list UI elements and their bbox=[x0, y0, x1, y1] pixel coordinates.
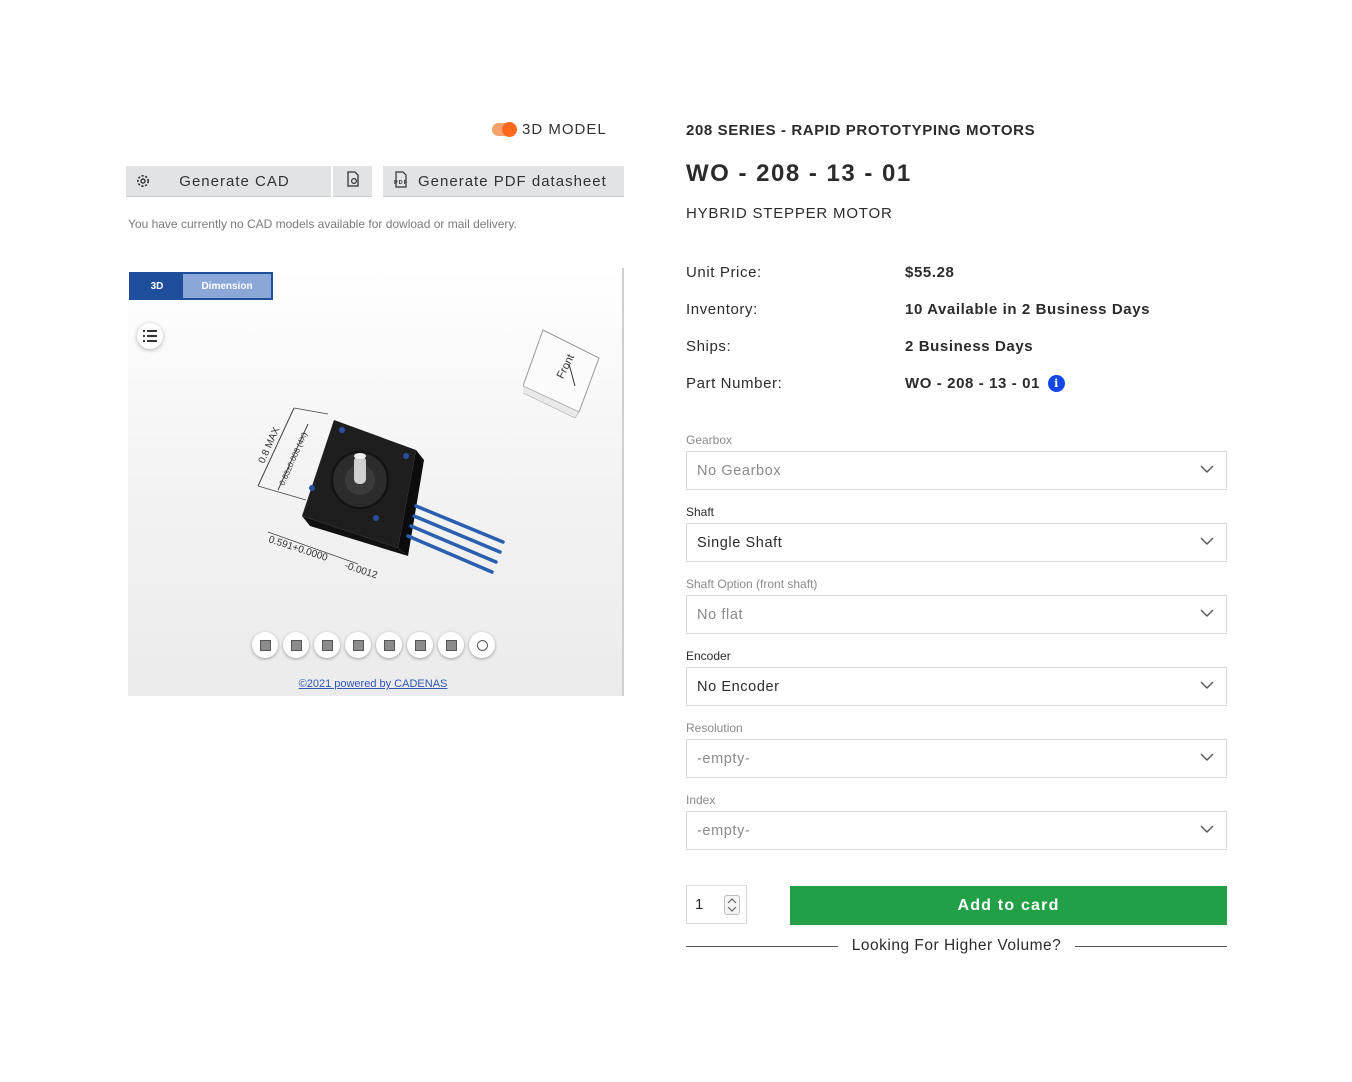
document-settings-icon bbox=[346, 171, 360, 191]
view-right-button[interactable] bbox=[345, 632, 371, 658]
resolution-value: -empty- bbox=[697, 750, 751, 767]
chevron-down-icon bbox=[1200, 753, 1214, 761]
index-select[interactable]: -empty- bbox=[686, 811, 1227, 850]
product-title: WO - 208 - 13 - 01 bbox=[686, 160, 912, 187]
toggle-switch[interactable] bbox=[492, 122, 517, 137]
dim-width: 0.63±0.008 (4X) bbox=[278, 430, 310, 486]
stepper-arrows-icon[interactable] bbox=[724, 895, 740, 915]
spec-label: Unit Price: bbox=[686, 264, 762, 281]
divider-line bbox=[686, 945, 838, 947]
encoder-select[interactable]: No Encoder bbox=[686, 667, 1227, 706]
shaft-value: Single Shaft bbox=[697, 534, 783, 551]
cube-icon bbox=[290, 639, 302, 651]
spec-value: 10 Available in 2 Business Days bbox=[905, 301, 1151, 318]
higher-volume-divider: Looking For Higher Volume? bbox=[686, 937, 1228, 955]
spec-value-wrap: WO - 208 - 13 - 01 i bbox=[905, 375, 1066, 392]
view-buttons bbox=[252, 632, 495, 658]
spec-value: WO - 208 - 13 - 01 bbox=[905, 375, 1041, 392]
divider-line bbox=[1075, 945, 1228, 947]
chevron-down-icon bbox=[1200, 609, 1214, 617]
tab-dimension[interactable]: Dimension bbox=[183, 274, 271, 298]
view-iso-button[interactable] bbox=[438, 632, 464, 658]
cube-icon bbox=[259, 639, 271, 651]
spec-ships: Ships: 2 Business Days bbox=[686, 338, 1246, 355]
spec-unit-price: Unit Price: $55.28 bbox=[686, 264, 1246, 281]
chevron-down-icon bbox=[1200, 465, 1214, 473]
svg-text:PDF: PDF bbox=[394, 180, 408, 186]
spec-value: 2 Business Days bbox=[905, 338, 1034, 355]
view-left-button[interactable] bbox=[314, 632, 340, 658]
chevron-down-icon bbox=[1200, 681, 1214, 689]
shaft-option-select[interactable]: No flat bbox=[686, 595, 1227, 634]
gear-icon bbox=[126, 173, 160, 189]
reset-icon bbox=[476, 639, 488, 651]
spec-label: Part Number: bbox=[686, 375, 783, 392]
dim-height: 0.8 MAX bbox=[257, 425, 283, 465]
viewer-menu-button[interactable] bbox=[137, 323, 163, 349]
shaft-option-label: Shaft Option (front shaft) bbox=[686, 577, 818, 591]
cube-icon bbox=[383, 639, 395, 651]
encoder-label: Encoder bbox=[686, 649, 731, 663]
view-reset-button[interactable] bbox=[469, 632, 495, 658]
cube-icon bbox=[445, 639, 457, 651]
product-subtitle: HYBRID STEPPER MOTOR bbox=[686, 205, 893, 222]
cube-icon bbox=[414, 639, 426, 651]
shaft-option-value: No flat bbox=[697, 606, 744, 623]
spec-value: $55.28 bbox=[905, 264, 955, 281]
view-cube[interactable]: Front bbox=[523, 328, 603, 418]
cad-settings-button[interactable] bbox=[333, 166, 372, 197]
higher-volume-link[interactable]: Looking For Higher Volume? bbox=[838, 937, 1075, 955]
gearbox-value: No Gearbox bbox=[697, 462, 782, 479]
spec-label: Inventory: bbox=[686, 301, 758, 318]
spec-inventory: Inventory: 10 Available in 2 Business Da… bbox=[686, 301, 1246, 318]
3d-model-label: 3D MODEL bbox=[522, 121, 607, 138]
spec-part-number: Part Number: WO - 208 - 13 - 01 i bbox=[686, 375, 1246, 392]
view-front-button[interactable] bbox=[252, 632, 278, 658]
chevron-down-icon bbox=[1200, 537, 1214, 545]
shaft-label: Shaft bbox=[686, 505, 715, 519]
3d-model-toggle[interactable]: 3D MODEL bbox=[492, 121, 607, 138]
info-icon[interactable]: i bbox=[1048, 375, 1066, 392]
viewer-tabs: 3D Dimension bbox=[129, 272, 273, 300]
generate-pdf-button[interactable]: PDF Generate PDF datasheet bbox=[383, 166, 624, 197]
generate-cad-label: Generate CAD bbox=[179, 172, 290, 190]
chevron-down-icon bbox=[1200, 825, 1214, 833]
cadenas-link[interactable]: ©2021 powered by CADENAS bbox=[128, 678, 618, 690]
shaft-select[interactable]: Single Shaft bbox=[686, 523, 1227, 562]
add-to-cart-button[interactable]: Add to card bbox=[790, 886, 1227, 925]
cube-icon bbox=[352, 639, 364, 651]
pdf-icon: PDF bbox=[393, 170, 409, 192]
product-series: 208 SERIES - RAPID PROTOTYPING MOTORS bbox=[686, 122, 1036, 139]
index-label: Index bbox=[686, 793, 716, 807]
resolution-select[interactable]: -empty- bbox=[686, 739, 1227, 778]
cad-availability-note: You have currently no CAD models availab… bbox=[128, 217, 517, 231]
resolution-label: Resolution bbox=[686, 721, 743, 735]
motor-3d-model: 0.8 MAX 0.63±0.008 (4X) 0.591+0.0000 -0.… bbox=[257, 407, 505, 581]
gearbox-label: Gearbox bbox=[686, 433, 733, 447]
spec-label: Ships: bbox=[686, 338, 732, 355]
dim-shaft: 0.591+0.0000 bbox=[267, 534, 329, 564]
quantity-stepper[interactable]: 1 bbox=[686, 885, 747, 924]
index-value: -empty- bbox=[697, 822, 751, 839]
cube-icon bbox=[321, 639, 333, 651]
view-top-button[interactable] bbox=[376, 632, 402, 658]
tab-3d[interactable]: 3D bbox=[131, 274, 183, 298]
generate-cad-button[interactable]: Generate CAD bbox=[126, 166, 331, 197]
generate-pdf-label: Generate PDF datasheet bbox=[418, 172, 607, 190]
gearbox-select[interactable]: No Gearbox bbox=[686, 451, 1227, 490]
list-icon bbox=[143, 330, 157, 342]
view-back-button[interactable] bbox=[283, 632, 309, 658]
encoder-value: No Encoder bbox=[697, 678, 780, 695]
view-bottom-button[interactable] bbox=[407, 632, 433, 658]
3d-viewer[interactable]: 3D Dimension Front 0.8 MAX 0.63±0.008 (4… bbox=[128, 268, 624, 696]
quantity-value: 1 bbox=[695, 896, 704, 913]
dim-shaft-tolerance: -0.0012 bbox=[343, 560, 379, 581]
